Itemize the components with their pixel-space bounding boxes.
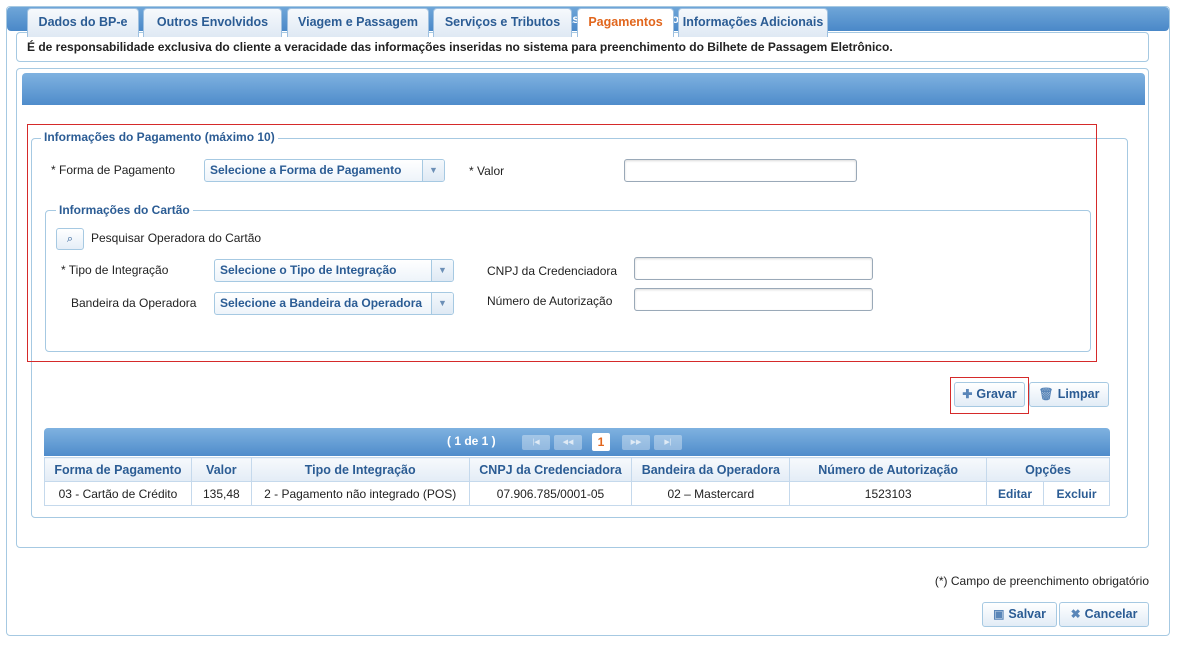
last-page-icon[interactable]: ▶| (654, 435, 682, 450)
valor-input[interactable] (624, 159, 857, 182)
col-autorizacao[interactable]: Número de Autorização (789, 457, 988, 482)
forma-pagamento-select[interactable]: Selecione a Forma de Pagamento ▼ (204, 159, 445, 182)
bandeira-value: Selecione a Bandeira da Operadora (220, 296, 423, 310)
cell-tipo: 2 - Pagamento não integrado (POS) (250, 481, 470, 506)
cell-bandeira: 02 – Mastercard (631, 481, 791, 506)
valor-label: * Valor (469, 164, 505, 178)
tab-strip (22, 73, 1145, 105)
salvar-button[interactable]: ▣ Salvar (982, 602, 1057, 627)
cnpj-label: CNPJ da Credenciadora (487, 264, 618, 278)
limpar-button[interactable]: 🗑 Limpar (1029, 382, 1109, 407)
gravar-label: Gravar (976, 387, 1017, 401)
next-page-icon[interactable]: ▶▶ (622, 435, 650, 450)
tab-pagamentos[interactable]: Pagamentos (577, 8, 674, 37)
plus-icon: ✚ (962, 387, 973, 401)
col-cnpj[interactable]: CNPJ da Credenciadora (468, 457, 633, 482)
salvar-label: Salvar (1008, 607, 1046, 621)
cancelar-button[interactable]: ✖ Cancelar (1059, 602, 1149, 627)
tab-dados-bpe[interactable]: Dados do BP-e (27, 8, 139, 37)
tipo-integracao-select[interactable]: Selecione o Tipo de Integração ▼ (214, 259, 454, 282)
chevron-down-icon[interactable]: ▼ (431, 293, 453, 314)
cell-valor: 135,48 (190, 481, 252, 506)
tipo-integracao-value: Selecione o Tipo de Integração (220, 263, 397, 277)
grid-paginator: ( 1 de 1 ) |◀ ◀◀ 1 ▶▶ ▶| (44, 428, 1110, 456)
search-operadora-label[interactable]: Pesquisar Operadora do Cartão (91, 231, 261, 245)
cell-forma: 03 - Cartão de Crédito (44, 481, 192, 506)
col-bandeira[interactable]: Bandeira da Operadora (631, 457, 791, 482)
trash-icon: 🗑 (1038, 387, 1054, 401)
close-icon: ✖ (1070, 607, 1081, 621)
tab-viagem-passagem[interactable]: Viagem e Passagem (287, 8, 429, 37)
page-info: ( 1 de 1 ) (447, 434, 496, 448)
table-header-row: Forma de Pagamento Valor Tipo de Integra… (44, 457, 1110, 482)
forma-pagamento-label: * Forma de Pagamento (51, 163, 176, 177)
payments-table: Forma de Pagamento Valor Tipo de Integra… (44, 457, 1111, 506)
tab-outros-envolvidos[interactable]: Outros Envolvidos (143, 8, 282, 37)
tab-servicos-tributos[interactable]: Serviços e Tributos (433, 8, 572, 37)
col-tipo[interactable]: Tipo de Integração (250, 457, 470, 482)
col-forma[interactable]: Forma de Pagamento (44, 457, 192, 482)
chevron-down-icon[interactable]: ▼ (422, 160, 444, 181)
cell-autorizacao: 1523103 (789, 481, 988, 506)
required-note: (*) Campo de preenchimento obrigatório (934, 574, 1149, 588)
first-page-icon[interactable]: |◀ (522, 435, 550, 450)
cancelar-label: Cancelar (1084, 607, 1138, 621)
tab-informacoes-adicionais[interactable]: Informações Adicionais (678, 8, 828, 37)
tipo-integracao-label: * Tipo de Integração (61, 263, 169, 277)
chevron-down-icon[interactable]: ▼ (431, 260, 453, 281)
cnpj-input[interactable] (634, 257, 873, 280)
limpar-label: Limpar (1057, 387, 1100, 401)
excluir-link[interactable]: Excluir (1042, 481, 1111, 506)
current-page[interactable]: 1 (592, 433, 610, 451)
autorizacao-label: Número de Autorização (487, 294, 613, 308)
card-legend: Informações do Cartão (56, 203, 193, 217)
col-valor[interactable]: Valor (190, 457, 252, 482)
bandeira-select[interactable]: Selecione a Bandeira da Operadora ▼ (214, 292, 454, 315)
bandeira-label: Bandeira da Operadora (71, 296, 197, 310)
save-icon: ▣ (993, 607, 1005, 621)
search-icon[interactable]: ⌕ (56, 228, 84, 250)
forma-pagamento-value: Selecione a Forma de Pagamento (210, 163, 402, 177)
table-row: 03 - Cartão de Crédito 135,48 2 - Pagame… (44, 481, 1111, 506)
autorizacao-input[interactable] (634, 288, 873, 311)
prev-page-icon[interactable]: ◀◀ (554, 435, 582, 450)
gravar-button[interactable]: ✚ Gravar (954, 382, 1025, 407)
col-opcoes: Opções (986, 457, 1110, 482)
editar-link[interactable]: Editar (986, 481, 1044, 506)
cell-cnpj: 07.906.785/0001-05 (468, 481, 633, 506)
